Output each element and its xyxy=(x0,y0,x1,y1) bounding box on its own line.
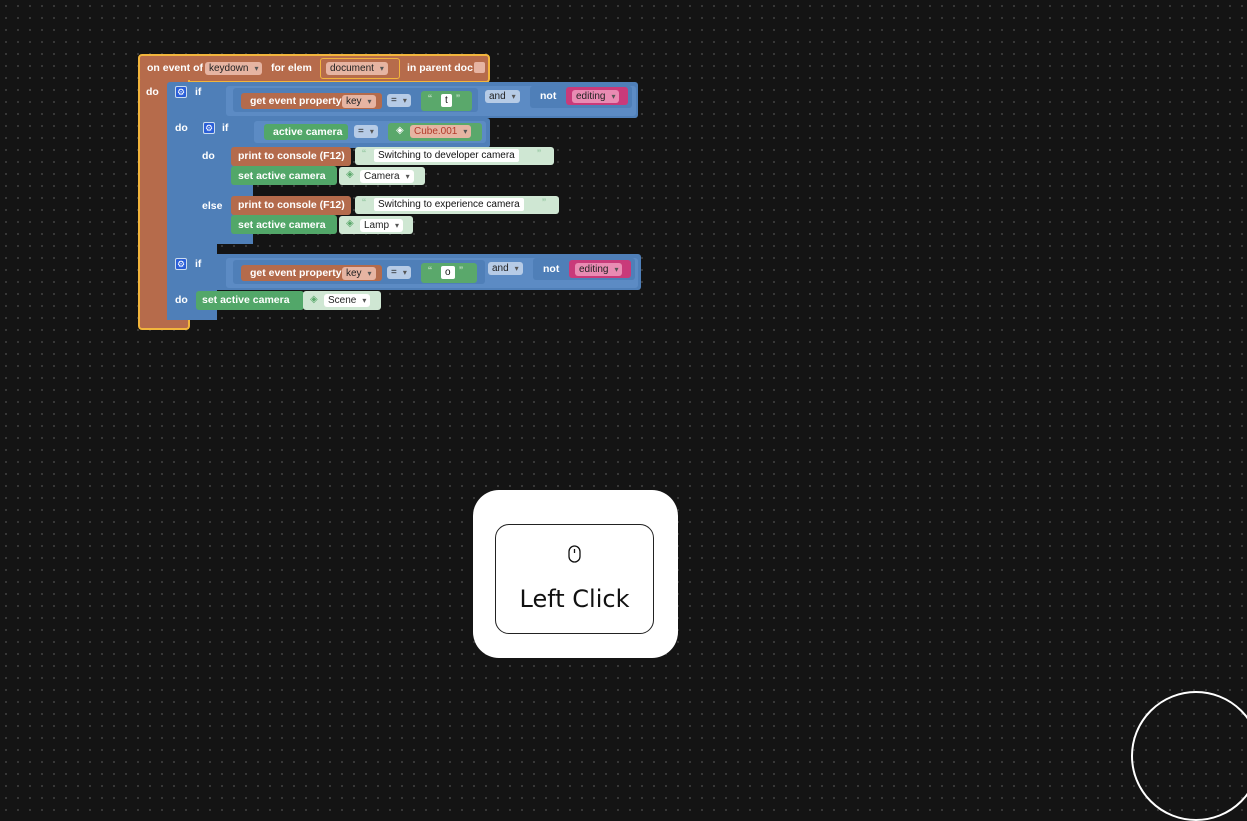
open-quote-icon: “ xyxy=(362,147,366,161)
set-camera-label-3: set active camera xyxy=(202,294,290,306)
close-quote-icon: ” xyxy=(459,264,463,278)
if-nested-do-label: do xyxy=(202,150,215,162)
prop-dropdown-1[interactable]: key xyxy=(342,95,376,108)
cube-icon: ◈ xyxy=(396,125,404,136)
cube-icon: ◈ xyxy=(310,294,318,305)
gear-icon[interactable]: ⚙ xyxy=(203,122,215,134)
op-dropdown-nested[interactable]: = xyxy=(354,125,378,138)
set-camera-label-2: set active camera xyxy=(238,219,326,231)
close-quote-icon: ” xyxy=(456,92,460,106)
get-prop-label-1: get event property xyxy=(250,95,342,107)
print-text-2[interactable]: Switching to experience camera xyxy=(374,198,524,211)
open-quote-icon: “ xyxy=(362,196,366,210)
set-camera-dropdown-3[interactable]: Scene xyxy=(324,294,371,307)
if1-do-label: do xyxy=(175,122,188,134)
if1-label: if xyxy=(195,86,202,98)
close-quote-icon: ” xyxy=(542,196,546,210)
close-quote-icon: ” xyxy=(537,147,541,161)
set-camera-label-1: set active camera xyxy=(238,170,326,182)
editing-dropdown-1[interactable]: editing xyxy=(572,90,620,103)
op-dropdown-2[interactable]: = xyxy=(387,266,411,279)
set-camera-dropdown-2[interactable]: Lamp xyxy=(360,219,404,232)
click-hint-popup: Left Click xyxy=(473,490,678,658)
not-label-1: not xyxy=(540,90,557,102)
open-quote-icon: “ xyxy=(428,92,432,106)
and-dropdown-1[interactable]: and xyxy=(485,90,520,103)
string-value-1[interactable]: t xyxy=(441,94,452,107)
print-label-2: print to console (F12) xyxy=(238,199,345,211)
set-camera-dropdown-1[interactable]: Camera xyxy=(360,170,414,183)
mouse-icon xyxy=(568,545,581,563)
camera-dropdown-nested[interactable]: Cube.001 xyxy=(410,125,472,138)
print-text-1[interactable]: Switching to developer camera xyxy=(374,149,519,162)
open-quote-icon: “ xyxy=(428,264,432,278)
cube-icon: ◈ xyxy=(346,169,354,180)
event-parent-label: in parent doc xyxy=(407,62,473,74)
event-on-label: on event of xyxy=(147,62,204,74)
left-click-label: Left Click xyxy=(519,585,630,613)
click-hint-card: Left Click xyxy=(495,524,654,634)
editing-dropdown-2[interactable]: editing xyxy=(575,263,623,276)
elem-dropdown[interactable]: document xyxy=(326,62,388,75)
corner-circle xyxy=(1131,691,1247,821)
gear-icon[interactable]: ⚙ xyxy=(175,86,187,98)
event-for-label: for elem xyxy=(271,62,312,74)
cube-icon: ◈ xyxy=(346,218,354,229)
get-prop-label-2: get event property xyxy=(250,267,342,279)
parent-checkbox[interactable] xyxy=(474,62,485,73)
not-label-2: not xyxy=(543,263,560,275)
if2-do-label: do xyxy=(175,294,188,306)
prop-dropdown-2[interactable]: key xyxy=(342,267,376,280)
gear-icon[interactable]: ⚙ xyxy=(175,258,187,270)
event-type-dropdown[interactable]: keydown xyxy=(205,62,263,75)
and-dropdown-2[interactable]: and xyxy=(488,262,523,275)
if-nested-else-label: else xyxy=(202,200,223,212)
print-label-1: print to console (F12) xyxy=(238,150,345,162)
string-value-2[interactable]: o xyxy=(441,266,455,279)
op-dropdown-1[interactable]: = xyxy=(387,94,411,107)
event-do-label: do xyxy=(146,86,159,98)
active-camera-label: active camera xyxy=(273,126,343,138)
if-nested-label: if xyxy=(222,122,229,134)
if2-label: if xyxy=(195,258,202,270)
